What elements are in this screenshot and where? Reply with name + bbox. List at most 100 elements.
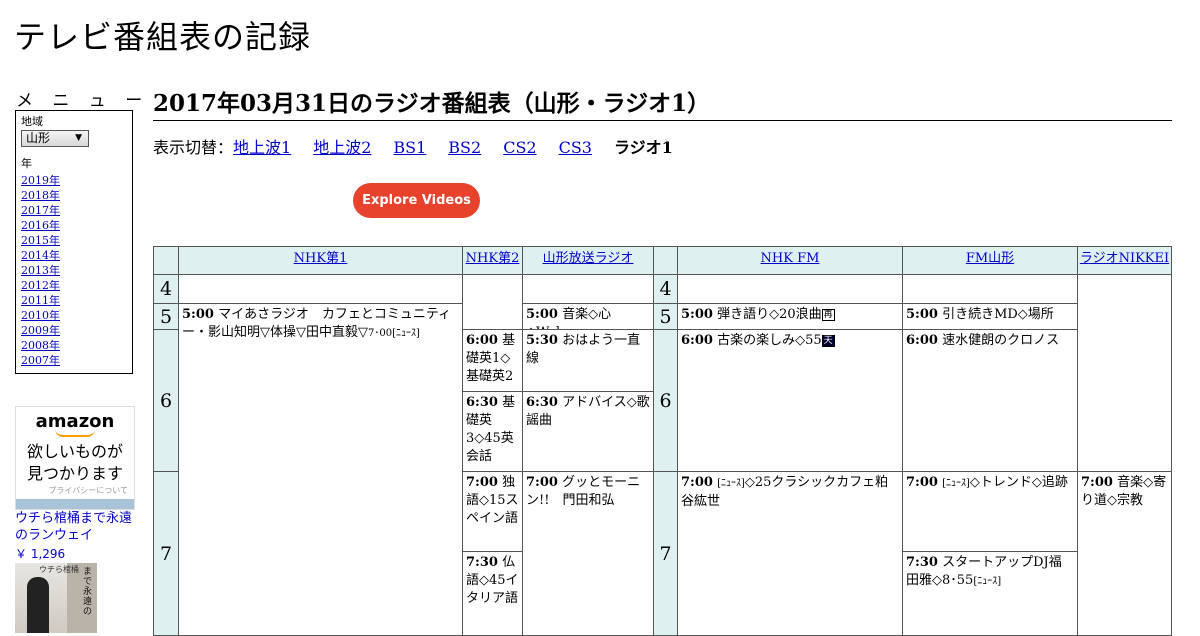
channel-header: NHK第2 <box>462 246 523 275</box>
news-tag: [ﾆｭｰｽ] <box>973 576 1002 587</box>
schedule-grid: NHK第1 NHK第2 山形放送ラジオ NHK FM FM山形 ラジオNIKKE… <box>153 246 1172 636</box>
chevron-down-icon: ▼ <box>75 133 82 143</box>
program-time: 7:00 <box>681 475 713 490</box>
program-cell[interactable]: 5:00 引き続きMD◇場所 <box>902 303 1078 330</box>
channel-link-nhk1[interactable]: NHK第1 <box>294 251 348 266</box>
menu-box: 地域 山形 ▼ 年 2019年 2018年 2017年 2016年 2015年 … <box>15 110 133 374</box>
program-empty <box>178 274 463 304</box>
ad-privacy-link[interactable]: プライバシーについて <box>16 485 134 496</box>
year-link[interactable]: 2018年 <box>21 189 60 202</box>
program-time: 5:30 <box>526 333 558 348</box>
program-cell[interactable]: 5:00 弾き語り◇20浪曲再 <box>677 303 903 330</box>
channel-header: NHK FM <box>677 246 903 275</box>
switch-label: 表示切替： <box>153 138 234 157</box>
channel-link-nhkfm[interactable]: NHK FM <box>761 251 820 266</box>
program-cell[interactable]: 6:00 基礎英1◇基礎英2 <box>462 329 523 392</box>
channel-header: NHK第1 <box>178 246 463 275</box>
switch-link-terrestrial2[interactable]: 地上波2 <box>313 138 371 157</box>
hour-label: 5 <box>653 303 678 330</box>
program-time: 5:00 <box>182 307 214 322</box>
switch-current-radio1: ラジオ1 <box>613 138 673 157</box>
program-empty <box>902 274 1078 304</box>
page-title: 2017年03月31日のラジオ番組表（山形・ラジオ1） <box>153 84 1172 121</box>
hour-label: 5 <box>153 303 179 330</box>
rerun-badge-icon: 再 <box>821 309 835 321</box>
program-cell[interactable]: 7:00 独語◇15スペイン語 <box>462 471 523 552</box>
hour-label: 4 <box>653 274 678 304</box>
year-label: 年 <box>21 157 32 170</box>
news-tag: [ﾆｭｰｽ] <box>942 478 970 489</box>
region-select[interactable]: 山形 ▼ <box>21 130 89 147</box>
thumb-vertical-caption: まで永遠の <box>83 567 93 617</box>
channel-link-ybc[interactable]: 山形放送ラジオ <box>543 251 634 266</box>
program-cell[interactable]: 5:30 おはよう一直線 <box>522 329 654 392</box>
program-cell[interactable]: 6:00 古楽の楽しみ◇55 天 <box>677 329 903 472</box>
program-empty <box>677 274 903 304</box>
program-cell[interactable]: 6:30 基礎英3◇45英会話 <box>462 391 523 472</box>
program-cell[interactable]: 7:00 [ﾆｭｰｽ]◇25クラシックカフェ粕谷紘世 <box>677 471 903 636</box>
program-title: ◇25クラシックカフェ粕谷紘世 <box>681 475 889 509</box>
program-title: 弾き語り◇20浪曲 <box>717 307 822 322</box>
program-time: 7:00 <box>526 475 558 490</box>
channel-header: ラジオNIKKEI <box>1077 246 1172 275</box>
year-link[interactable]: 2011年 <box>21 294 60 307</box>
year-link[interactable]: 2013年 <box>21 264 60 277</box>
switch-link-cs2[interactable]: CS2 <box>503 138 536 157</box>
year-link[interactable]: 2014年 <box>21 249 60 262</box>
program-cell[interactable]: 7:00 グッとモーニン!! 門田和弘 <box>522 471 654 636</box>
ad-copy-line: 欲しいものが <box>26 442 123 461</box>
channel-link-nikkei[interactable]: ラジオNIKKEI <box>1080 251 1169 266</box>
program-empty <box>522 274 654 304</box>
product-thumbnail[interactable]: ウチら棺桶 まで永遠の <box>15 563 97 633</box>
site-title: テレビ番組表の記録 <box>14 18 312 56</box>
program-title: 古楽の楽しみ◇55 <box>717 333 822 348</box>
program-title: 速水健朗のクロノス <box>942 333 1060 348</box>
thumb-figure <box>27 577 49 633</box>
year-list: 2019年 2018年 2017年 2016年 2015年 2014年 2013… <box>21 173 127 368</box>
channel-link-nhk2[interactable]: NHK第2 <box>466 251 520 266</box>
switch-link-cs3[interactable]: CS3 <box>559 138 592 157</box>
program-cell[interactable]: 7:30 スタートアップDJ福田雅◇8･55[ﾆｭｰｽ] <box>902 551 1078 636</box>
year-link[interactable]: 2012年 <box>21 279 60 292</box>
year-link[interactable]: 2019年 <box>21 174 60 187</box>
grid-corner-left <box>153 246 179 275</box>
hour-label: 4 <box>153 274 179 304</box>
year-link[interactable]: 2009年 <box>21 324 60 337</box>
year-link[interactable]: 2016年 <box>21 219 60 232</box>
program-cell[interactable]: 6:30 アドバイス◇歌謡曲 <box>522 391 654 472</box>
region-label: 地域 <box>21 115 43 128</box>
program-title: ◇トレンド◇追跡 <box>969 475 1068 490</box>
year-link[interactable]: 2015年 <box>21 234 60 247</box>
year-link[interactable]: 2010年 <box>21 309 60 322</box>
program-cell[interactable]: 7:30 仏語◇45イタリア語 <box>462 551 523 636</box>
ad-expand-bar[interactable]: ▲ <box>16 499 134 516</box>
switch-link-terrestrial1[interactable]: 地上波1 <box>233 138 291 157</box>
year-link[interactable]: 2008年 <box>21 339 60 352</box>
program-cell[interactable]: 7:00 [ﾆｭｰｽ]◇トレンド◇追跡 <box>902 471 1078 552</box>
switch-link-bs2[interactable]: BS2 <box>448 138 481 157</box>
news-tag: [ﾆｭｰｽ] <box>392 328 420 339</box>
program-cell[interactable]: 6:00 速水健朗のクロノス <box>902 329 1078 472</box>
program-empty <box>1077 274 1172 472</box>
menu-heading: メ ニ ュ ー <box>16 91 150 111</box>
switch-link-bs1[interactable]: BS1 <box>393 138 426 157</box>
program-time: 6:00 <box>906 333 938 348</box>
hour-label: 6 <box>153 329 179 472</box>
ad-copy-line: 見つかります <box>26 464 123 483</box>
program-cell[interactable]: 5:00 音楽◇心◇Wake <box>522 303 654 330</box>
hour-label: 7 <box>653 471 678 636</box>
program-cell[interactable]: 7:00 音楽◇寄り道◇宗教 <box>1077 471 1172 636</box>
year-link[interactable]: 2007年 <box>21 354 60 367</box>
amazon-ad-banner[interactable]: amazon 欲しいものが 見つかります プライバシーについて ▲ <box>15 406 135 516</box>
program-cell[interactable]: 5:00 マイあさラジオ カフェとコミュニティー・影山知明▽体操▽田中直毅▽7･… <box>178 303 463 636</box>
product-title-link[interactable]: ウチら棺桶まで永遠のランウェイ <box>15 510 137 544</box>
program-time: 7:00 <box>906 475 938 490</box>
product-price: ￥ 1,296 <box>15 547 66 561</box>
program-time: 7:00 <box>1081 475 1113 490</box>
channel-header: 山形放送ラジオ <box>522 246 654 275</box>
channel-header: FM山形 <box>902 246 1078 275</box>
channel-link-fmyamagata[interactable]: FM山形 <box>966 251 1014 266</box>
explore-videos-button[interactable]: Explore Videos <box>353 183 480 218</box>
weather-badge-icon: 天 <box>821 335 835 347</box>
year-link[interactable]: 2017年 <box>21 204 60 217</box>
